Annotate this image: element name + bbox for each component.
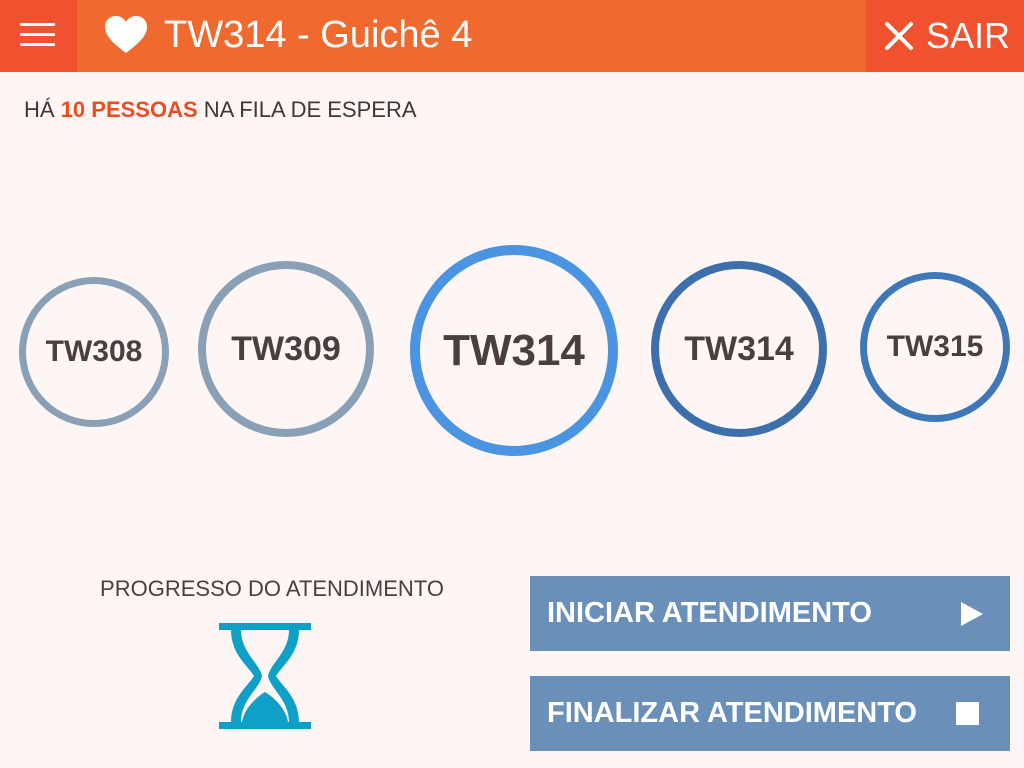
queue-status: HÁ 10 PESSOAS NA FILA DE ESPERA <box>24 96 417 124</box>
ticket-current[interactable]: TW314 <box>410 245 618 456</box>
close-icon <box>885 22 913 50</box>
page-title: TW314 - Guichê 4 <box>164 14 473 56</box>
queue-prefix: HÁ <box>24 97 55 122</box>
stop-icon <box>956 702 979 725</box>
hamburger-menu-icon-line <box>20 33 55 36</box>
play-icon <box>961 602 983 626</box>
hamburger-menu-icon <box>20 23 55 26</box>
finish-service-button[interactable]: FINALIZAR ATENDIMENTO <box>530 676 1010 751</box>
logout-label: SAIR <box>926 15 1011 56</box>
menu-button[interactable] <box>0 0 77 72</box>
logout-button[interactable]: SAIR <box>866 0 1024 72</box>
progress-label: PROGRESSO DO ATENDIMENTO <box>100 576 444 601</box>
hourglass-icon <box>219 623 311 729</box>
ticket-next-1[interactable]: TW314 <box>651 261 827 437</box>
top-bar: TW314 - Guichê 4 SAIR <box>0 0 1024 72</box>
queue-count: 10 PESSOAS <box>60 97 198 122</box>
ticket-previous-2[interactable]: TW308 <box>19 277 169 427</box>
ticket-previous-1[interactable]: TW309 <box>198 261 374 437</box>
start-service-button[interactable]: INICIAR ATENDIMENTO <box>530 576 1010 651</box>
finish-service-label: FINALIZAR ATENDIMENTO <box>547 697 917 729</box>
queue-suffix: NA FILA DE ESPERA <box>203 97 417 122</box>
ticket-next-2[interactable]: TW315 <box>860 272 1010 422</box>
heart-icon <box>105 16 147 53</box>
hamburger-menu-icon-line <box>20 43 55 46</box>
start-service-label: INICIAR ATENDIMENTO <box>547 597 872 629</box>
